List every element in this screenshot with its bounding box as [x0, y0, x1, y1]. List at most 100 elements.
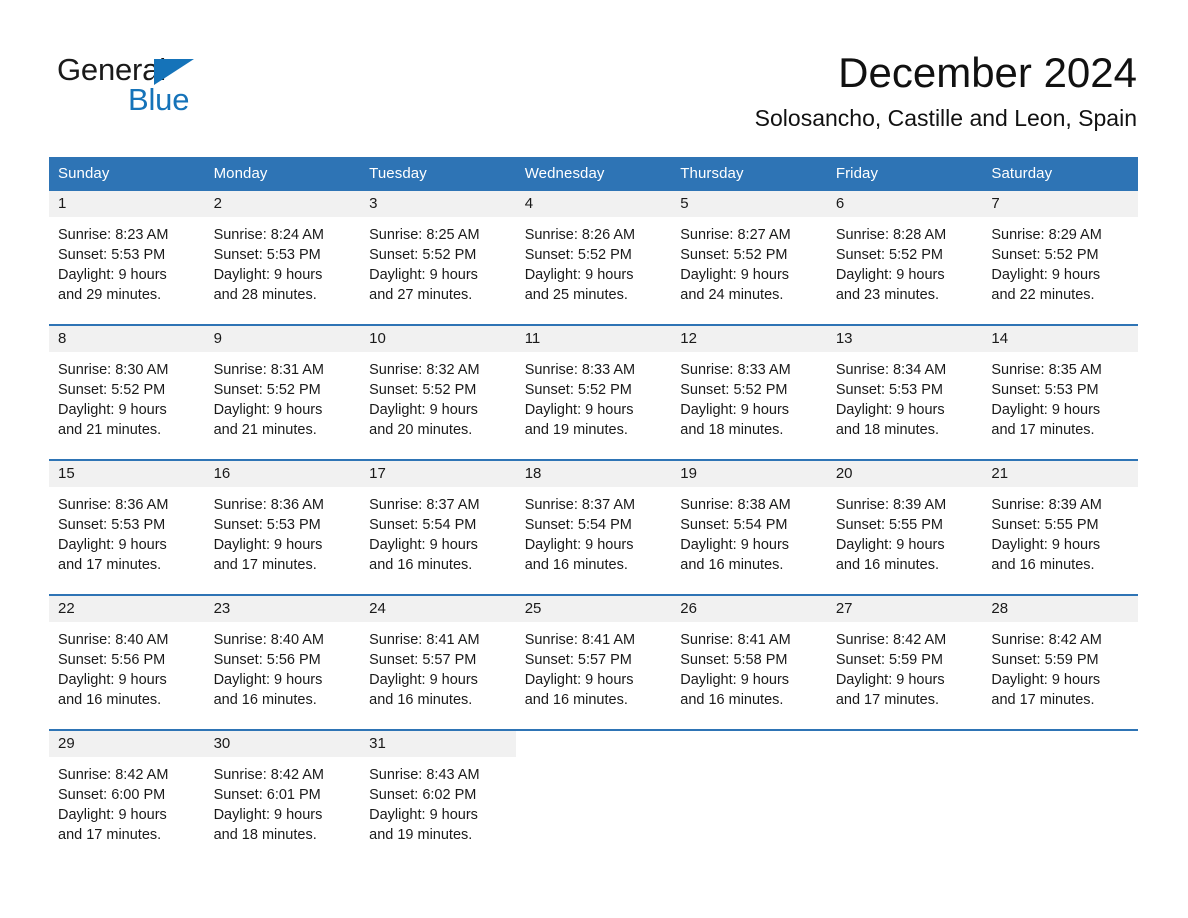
sunrise-text: Sunrise: 8:39 AM	[835, 497, 947, 513]
day-detail-lines: Sunrise: 8:26 AM Sunset: 5:52 PM Daylight:…	[516, 217, 672, 305]
calendar-day-cell[interactable]: 25 Sunrise: 8:41 AM Sunset: 5:57 PM Dayligh…	[515, 594, 672, 713]
page-title: December 2024	[838, 49, 1137, 96]
day-detail-lines: Sunrise: 8:42 AM Sunset: 6:00 PM Daylight:…	[49, 757, 205, 845]
calendar-day-cell[interactable]: 22 Sunrise: 8:40 AM Sunset: 5:56 PM Dayligh…	[49, 594, 205, 713]
day-number: 11	[515, 326, 672, 352]
day-number: 31	[360, 731, 516, 757]
daylight-text: and 16 minutes.	[213, 692, 317, 708]
sunrise-text: Sunrise: 8:41 AM	[680, 632, 791, 648]
day-detail-lines: Sunrise: 8:36 AM Sunset: 5:53 PM Daylight:…	[205, 487, 361, 575]
weekday-header-monday: Monday	[204, 157, 361, 191]
calendar-day-cell[interactable]: 21 Sunrise: 8:39 AM Sunset: 5:55 PM Dayligh…	[982, 459, 1138, 578]
calendar-day-cell[interactable]: 27 Sunrise: 8:42 AM Sunset: 5:59 PM Dayligh…	[826, 594, 983, 713]
day-detail-lines	[671, 757, 827, 765]
sunrise-text: Sunrise: 8:30 AM	[58, 362, 169, 378]
weekday-header-tuesday: Tuesday	[360, 157, 516, 191]
calendar-day-cell[interactable]: 1 Sunrise: 8:23 AM Sunset: 5:53 PM Daylight…	[49, 191, 205, 308]
daylight-text: and 21 minutes.	[213, 422, 317, 438]
calendar-day-cell[interactable]: 11 Sunrise: 8:33 AM Sunset: 5:52 PM Dayligh…	[515, 324, 672, 443]
title-block: December 2024 Solosancho, Castille and L…	[755, 50, 1137, 132]
calendar-day-cell[interactable]: 8 Sunrise: 8:30 AM Sunset: 5:52 PM Daylight…	[49, 324, 205, 443]
day-number: 14	[982, 326, 1138, 352]
sunset-text: Sunset: 5:53 PM	[58, 517, 166, 533]
calendar-day-cell[interactable]: 18 Sunrise: 8:37 AM Sunset: 5:54 PM Dayligh…	[515, 459, 672, 578]
page-header: General Blue December 2024 Solosancho, C…	[0, 0, 1188, 155]
sunrise-text: Sunrise: 8:40 AM	[213, 632, 324, 648]
daylight-text: Daylight: 9 hours	[58, 537, 167, 553]
calendar-day-cell[interactable]: 30 Sunrise: 8:42 AM Sunset: 6:01 PM Dayligh…	[204, 729, 361, 848]
day-detail-lines: Sunrise: 8:37 AM Sunset: 5:54 PM Daylight:…	[360, 487, 516, 575]
calendar-day-cell[interactable]: 17 Sunrise: 8:37 AM Sunset: 5:54 PM Dayligh…	[360, 459, 516, 578]
day-cell-inner: 3 Sunrise: 8:25 AM Sunset: 5:52 PM Daylight…	[360, 191, 516, 308]
week-spacer	[49, 443, 1138, 460]
daylight-text: and 16 minutes.	[991, 557, 1095, 573]
daylight-text: and 17 minutes.	[835, 692, 939, 708]
day-detail-lines: Sunrise: 8:41 AM Sunset: 5:58 PM Daylight:…	[671, 622, 827, 710]
day-cell-inner: 20 Sunrise: 8:39 AM Sunset: 5:55 PM Dayligh…	[826, 461, 983, 578]
calendar-day-cell[interactable]: 15 Sunrise: 8:36 AM Sunset: 5:53 PM Dayligh…	[49, 459, 205, 578]
week-spacer	[49, 578, 1138, 595]
day-cell-inner: 24 Sunrise: 8:41 AM Sunset: 5:57 PM Dayligh…	[360, 596, 516, 713]
calendar-day-cell[interactable]: 29 Sunrise: 8:42 AM Sunset: 6:00 PM Dayligh…	[49, 729, 205, 848]
calendar-empty-cell	[671, 729, 827, 848]
sunrise-text: Sunrise: 8:35 AM	[991, 362, 1102, 378]
sunrise-text: Sunrise: 8:36 AM	[213, 497, 324, 513]
sunrise-text: Sunrise: 8:43 AM	[369, 767, 480, 783]
daylight-text: and 18 minutes.	[835, 422, 939, 438]
day-detail-lines: Sunrise: 8:31 AM Sunset: 5:52 PM Daylight:…	[205, 352, 361, 440]
daylight-text: Daylight: 9 hours	[58, 807, 167, 823]
day-number: 13	[826, 326, 983, 352]
calendar-day-cell[interactable]: 14 Sunrise: 8:35 AM Sunset: 5:53 PM Dayligh…	[982, 324, 1138, 443]
sunset-text: Sunset: 5:57 PM	[369, 652, 477, 668]
calendar-day-cell[interactable]: 7 Sunrise: 8:29 AM Sunset: 5:52 PM Daylight…	[982, 191, 1138, 308]
sunrise-text: Sunrise: 8:32 AM	[369, 362, 480, 378]
calendar-day-cell[interactable]: 3 Sunrise: 8:25 AM Sunset: 5:52 PM Daylight…	[360, 191, 516, 308]
day-detail-lines: Sunrise: 8:41 AM Sunset: 5:57 PM Daylight:…	[516, 622, 672, 710]
daylight-text: Daylight: 9 hours	[58, 267, 167, 283]
daylight-text: Daylight: 9 hours	[58, 672, 167, 688]
daylight-text: and 20 minutes.	[369, 422, 473, 438]
calendar-day-cell[interactable]: 4 Sunrise: 8:26 AM Sunset: 5:52 PM Daylight…	[515, 191, 672, 308]
sunset-text: Sunset: 5:56 PM	[213, 652, 321, 668]
calendar-day-cell[interactable]: 20 Sunrise: 8:39 AM Sunset: 5:55 PM Dayligh…	[826, 459, 983, 578]
calendar-day-cell[interactable]: 9 Sunrise: 8:31 AM Sunset: 5:52 PM Daylight…	[204, 324, 361, 443]
calendar-day-cell[interactable]: 2 Sunrise: 8:24 AM Sunset: 5:53 PM Daylight…	[204, 191, 361, 308]
weekday-header-thursday: Thursday	[671, 157, 827, 191]
day-detail-lines: Sunrise: 8:35 AM Sunset: 5:53 PM Daylight:…	[982, 352, 1138, 440]
daylight-text: Daylight: 9 hours	[369, 267, 478, 283]
calendar-day-cell[interactable]: 10 Sunrise: 8:32 AM Sunset: 5:52 PM Dayligh…	[360, 324, 516, 443]
day-number: 5	[671, 191, 827, 217]
daylight-text: and 16 minutes.	[58, 692, 162, 708]
day-cell-inner: 5 Sunrise: 8:27 AM Sunset: 5:52 PM Daylight…	[671, 191, 827, 308]
daylight-text: Daylight: 9 hours	[991, 672, 1101, 688]
calendar-day-cell[interactable]: 5 Sunrise: 8:27 AM Sunset: 5:52 PM Daylight…	[671, 191, 827, 308]
calendar-day-cell[interactable]: 19 Sunrise: 8:38 AM Sunset: 5:54 PM Dayligh…	[671, 459, 827, 578]
logo-text-blue: Blue	[128, 82, 190, 117]
sunset-text: Sunset: 6:00 PM	[58, 787, 166, 803]
day-cell-inner: 1 Sunrise: 8:23 AM Sunset: 5:53 PM Daylight…	[49, 191, 205, 308]
calendar-day-cell[interactable]: 13 Sunrise: 8:34 AM Sunset: 5:53 PM Dayligh…	[826, 324, 983, 443]
calendar-day-cell[interactable]: 16 Sunrise: 8:36 AM Sunset: 5:53 PM Dayligh…	[204, 459, 361, 578]
daylight-text: Daylight: 9 hours	[835, 537, 945, 553]
day-detail-lines: Sunrise: 8:42 AM Sunset: 5:59 PM Daylight:…	[827, 622, 983, 710]
day-cell-inner: 28 Sunrise: 8:42 AM Sunset: 5:59 PM Dayligh…	[982, 596, 1138, 713]
daylight-text: Daylight: 9 hours	[991, 267, 1101, 283]
calendar-day-cell[interactable]: 26 Sunrise: 8:41 AM Sunset: 5:58 PM Dayligh…	[671, 594, 827, 713]
sunset-text: Sunset: 5:52 PM	[524, 382, 632, 398]
calendar-day-cell[interactable]: 24 Sunrise: 8:41 AM Sunset: 5:57 PM Dayligh…	[360, 594, 516, 713]
daylight-text: Daylight: 9 hours	[369, 807, 478, 823]
day-cell-inner	[515, 731, 672, 848]
calendar-day-cell[interactable]: 28 Sunrise: 8:42 AM Sunset: 5:59 PM Dayligh…	[982, 594, 1138, 713]
calendar-day-cell[interactable]: 6 Sunrise: 8:28 AM Sunset: 5:52 PM Daylight…	[826, 191, 983, 308]
daylight-text: Daylight: 9 hours	[213, 537, 323, 553]
sunset-text: Sunset: 5:52 PM	[58, 382, 166, 398]
day-detail-lines: Sunrise: 8:38 AM Sunset: 5:54 PM Daylight:…	[671, 487, 827, 575]
calendar-day-cell[interactable]: 31 Sunrise: 8:43 AM Sunset: 6:02 PM Dayligh…	[360, 729, 516, 848]
calendar-day-cell[interactable]: 12 Sunrise: 8:33 AM Sunset: 5:52 PM Dayligh…	[671, 324, 827, 443]
daylight-text: Daylight: 9 hours	[680, 402, 790, 418]
day-number: 10	[360, 326, 516, 352]
calendar-page: General Blue December 2024 Solosancho, C…	[0, 0, 1188, 918]
weekday-header-wednesday: Wednesday	[515, 157, 672, 191]
daylight-text: Daylight: 9 hours	[369, 672, 478, 688]
calendar-day-cell[interactable]: 23 Sunrise: 8:40 AM Sunset: 5:56 PM Dayligh…	[204, 594, 361, 713]
